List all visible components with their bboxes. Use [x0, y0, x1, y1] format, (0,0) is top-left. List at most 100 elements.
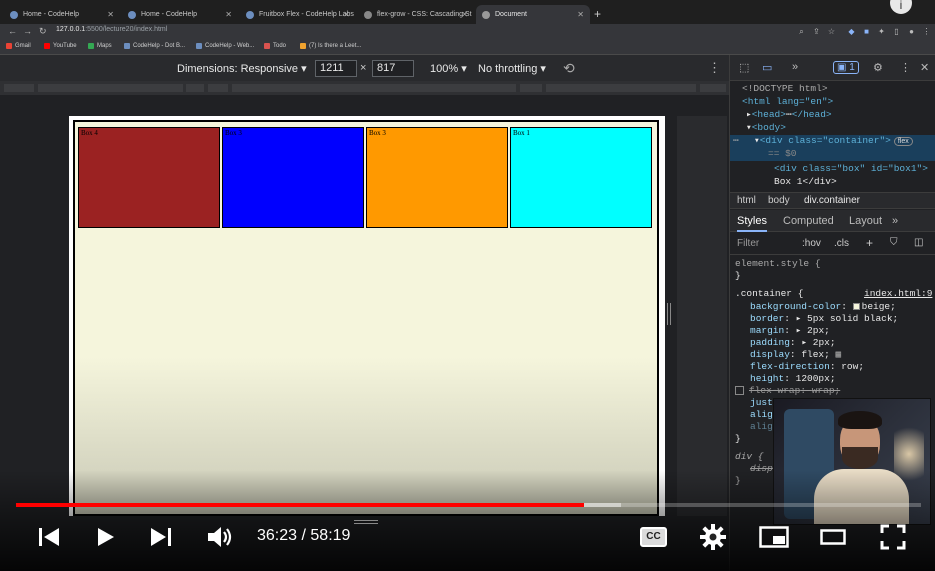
paint-icon[interactable]: ⛉ [890, 237, 898, 248]
bookmark-todo[interactable]: Todo [264, 43, 286, 49]
sidepanel-icon[interactable]: ▯ [892, 27, 901, 36]
ruler-segment[interactable] [700, 84, 726, 92]
tab-computed[interactable]: Computed [783, 215, 834, 227]
height-input[interactable]: 817 [372, 60, 414, 77]
profile-avatar[interactable]: i [890, 0, 912, 14]
css-declaration[interactable]: border: ▸ 5px solid black; [750, 313, 898, 324]
color-swatch[interactable] [852, 302, 860, 310]
ruler-segment[interactable] [4, 84, 34, 92]
volume-icon[interactable] [207, 526, 235, 548]
previous-icon[interactable] [38, 527, 60, 547]
div-selector[interactable]: div { [735, 451, 764, 462]
ruler-segment[interactable] [546, 84, 696, 92]
sidebar-toggle-icon[interactable]: ◫ [914, 237, 923, 248]
bookmark-gmail[interactable]: Gmail [6, 43, 31, 49]
forward-arrow-icon[interactable]: → [23, 26, 32, 36]
browser-tab[interactable]: Fruitbox Flex - CodeHelp Labs ✕ [240, 5, 356, 24]
flex-badge[interactable]: flex [893, 137, 913, 146]
head-node[interactable]: ▸<head>⋯</head> [746, 109, 832, 120]
source-link[interactable]: index.html:9 [864, 288, 932, 299]
close-tab-icon[interactable]: ✕ [461, 10, 468, 19]
browser-tab[interactable]: Home - CodeHelp ✕ [122, 5, 238, 24]
close-tab-icon[interactable]: ✕ [343, 10, 350, 19]
device-toggle-icon[interactable]: ▭ [762, 61, 772, 74]
theater-mode-icon[interactable] [820, 529, 846, 545]
css-declaration[interactable]: alig [750, 421, 773, 432]
crumb-html[interactable]: html [737, 195, 756, 206]
back-arrow-icon[interactable]: ← [8, 26, 17, 36]
html-node[interactable]: <html lang="en"> [742, 96, 833, 107]
tab-layout[interactable]: Layout [849, 215, 882, 227]
more-tabs-icon[interactable]: » [792, 61, 798, 73]
box1-node[interactable]: <div class="box" id="box1"> [774, 163, 928, 174]
more-options-icon[interactable]: ⋮ [900, 61, 911, 74]
star-icon[interactable]: ☆ [827, 27, 836, 36]
cls-toggle[interactable]: .cls [834, 238, 849, 249]
play-icon[interactable] [97, 527, 115, 547]
css-declaration[interactable]: margin: ▸ 2px; [750, 325, 830, 336]
doctype-node[interactable]: <!DOCTYPE html> [742, 83, 828, 94]
ruler-segment[interactable] [38, 84, 183, 92]
miniplayer-icon[interactable] [759, 526, 789, 548]
more-options-icon[interactable]: ⋮ [708, 60, 721, 76]
css-declaration[interactable]: alig [750, 409, 773, 420]
ruler-segment[interactable] [186, 84, 204, 92]
css-declaration[interactable]: display: flex; ▦ [750, 349, 841, 360]
browser-tab[interactable]: flex-grow - CSS: Cascading St ✕ [358, 5, 474, 24]
crumb-div-container[interactable]: div.container [804, 195, 860, 206]
selected-container-node[interactable]: ⋯ ▾<div class="container"> flex == $0 [730, 135, 935, 161]
menu-icon[interactable]: ⋮ [922, 27, 931, 36]
captions-button[interactable]: CC [640, 527, 667, 547]
ruler-segment[interactable] [232, 84, 516, 92]
bookmark-maps[interactable]: Maps [88, 43, 112, 49]
css-declaration[interactable]: padding: ▸ 2px; [750, 337, 836, 348]
crumb-body[interactable]: body [768, 195, 790, 206]
puzzle-icon[interactable]: ✦ [877, 27, 886, 36]
ruler-segment[interactable] [208, 84, 228, 92]
css-declaration[interactable]: height: 1200px; [750, 373, 836, 384]
hov-toggle[interactable]: :hov [802, 238, 821, 249]
close-tab-icon[interactable]: ✕ [577, 10, 584, 19]
issues-badge[interactable]: ▣ 1 [833, 61, 859, 74]
ruler-segment[interactable] [520, 84, 542, 92]
viewport-resize-handle[interactable] [667, 303, 671, 325]
css-declaration[interactable]: background-color: beige; [750, 301, 896, 312]
rotate-icon[interactable]: ⟲ [563, 60, 575, 77]
extension-icon[interactable]: ■ [862, 27, 871, 36]
settings-gear-icon[interactable] [700, 524, 726, 550]
new-tab-button[interactable]: + [594, 7, 601, 21]
flexbox-editor-icon[interactable]: ▦ [836, 349, 842, 360]
width-input[interactable]: 1211 [315, 60, 357, 77]
profile-icon[interactable]: ● [907, 27, 916, 36]
zoom-icon[interactable]: ⌕ [797, 27, 806, 36]
filter-input[interactable]: Filter [737, 238, 759, 249]
close-devtools-icon[interactable]: ✕ [920, 61, 929, 74]
bookmark-codehelp-dot[interactable]: CodeHelp - Dot B... [124, 43, 185, 49]
more-panel-tabs[interactable]: » [892, 215, 898, 227]
browser-tab-active[interactable]: Document ✕ [476, 5, 590, 24]
browser-tab[interactable]: Home - CodeHelp ✕ [4, 5, 120, 24]
css-declaration[interactable]: just [750, 397, 773, 408]
tab-styles[interactable]: Styles [737, 215, 767, 232]
declaration-checkbox[interactable] [735, 385, 744, 395]
close-tab-icon[interactable]: ✕ [107, 10, 114, 19]
container-selector[interactable]: .container { [735, 288, 803, 299]
css-declaration[interactable]: flex-direction: row; [750, 361, 864, 372]
reload-icon[interactable]: ↻ [39, 26, 47, 37]
body-node[interactable]: ▾<body> [746, 122, 786, 133]
throttling-dropdown[interactable]: No throttling ▾ [478, 62, 546, 75]
css-declaration-disabled[interactable]: flex-wrap: wrap; [735, 385, 840, 396]
add-rule-icon[interactable]: + [866, 236, 873, 250]
share-icon[interactable]: ⇪ [812, 27, 821, 36]
zoom-dropdown[interactable]: 100% ▾ [430, 62, 467, 75]
bookmark-youtube[interactable]: YouTube [44, 43, 77, 49]
inspect-element-icon[interactable]: ⬚ [739, 61, 749, 74]
close-tab-icon[interactable]: ✕ [225, 10, 232, 19]
bookmark-codehelp-web[interactable]: CodeHelp - Web... [196, 43, 254, 49]
extension-icon[interactable]: ◆ [847, 27, 856, 36]
bookmark-leetcode[interactable]: (7) Is there a Leet... [300, 43, 361, 49]
settings-gear-icon[interactable]: ⚙ [873, 61, 883, 74]
next-icon[interactable] [150, 527, 172, 547]
progress-bar[interactable] [16, 503, 921, 507]
address-bar[interactable]: 127.0.0.1:5500/lecture20/index.html [56, 26, 167, 33]
